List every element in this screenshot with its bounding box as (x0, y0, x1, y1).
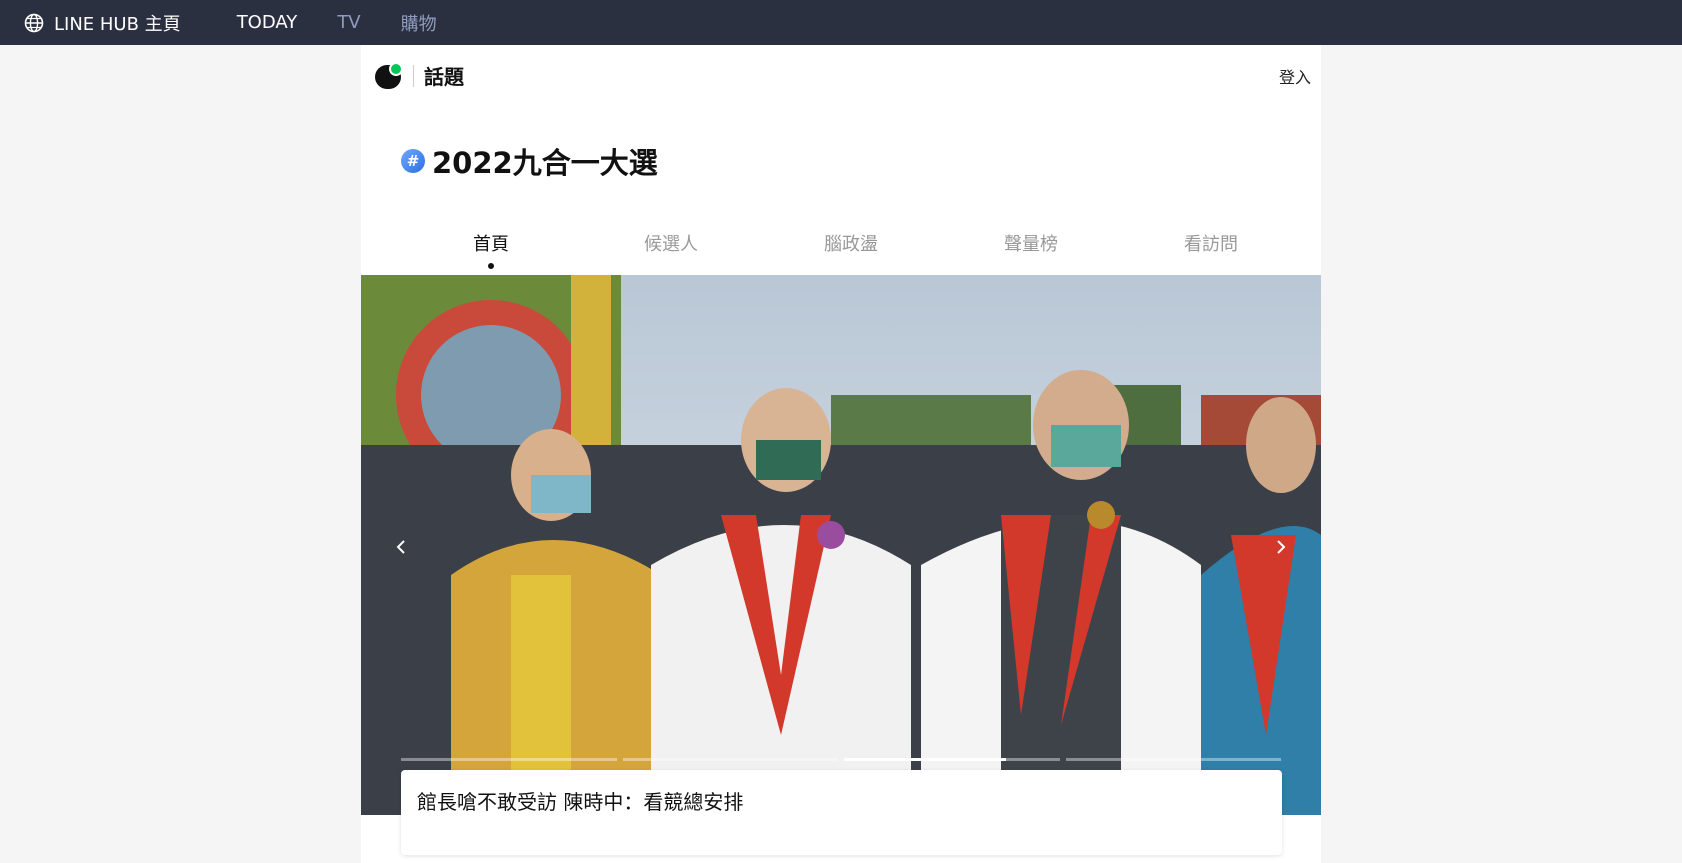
page-title: 2022九合一大選 (432, 146, 658, 180)
carousel-progress-segment[interactable] (622, 758, 838, 761)
logo-green-dot (389, 61, 403, 76)
line-hub-home-link[interactable]: LINE HUB 主頁 (24, 10, 181, 36)
topic-heading: # 2022九合一大選 (401, 140, 658, 182)
main-column: 話題 登入 # 2022九合一大選 首頁 候選人 腦政盪 聲量榜 看訪問 館長嗆… (361, 45, 1321, 863)
carousel-progress-segment[interactable] (844, 758, 1060, 761)
tab-brain-teaser[interactable]: 腦政盪 (761, 230, 941, 260)
nav-shopping[interactable]: 購物 (401, 10, 437, 36)
tab-label: 首頁 (473, 234, 509, 255)
line-hub-label: LINE HUB 主頁 (54, 13, 181, 35)
section-title: 話題 (424, 65, 464, 89)
tab-volume-ranking[interactable]: 聲量榜 (941, 230, 1121, 260)
carousel-prev-button[interactable] (391, 537, 411, 557)
topic-tabs: 首頁 候選人 腦政盪 聲量榜 看訪問 (401, 230, 1301, 269)
login-link[interactable]: 登入 (1279, 64, 1311, 88)
chevron-left-icon (396, 540, 405, 554)
globe-icon (24, 13, 44, 32)
tab-candidates[interactable]: 候選人 (581, 230, 761, 260)
carousel-progress-segment[interactable] (401, 758, 617, 761)
sub-header: 話題 登入 (361, 45, 1321, 106)
tab-home[interactable]: 首頁 (401, 230, 581, 269)
tab-label: 腦政盪 (824, 234, 878, 255)
carousel-next-button[interactable] (1271, 537, 1291, 557)
nav-today[interactable]: TODAY (237, 12, 298, 33)
tab-label: 看訪問 (1184, 234, 1238, 255)
carousel-progress-segment[interactable] (1065, 758, 1281, 761)
active-tab-indicator (488, 263, 494, 269)
nav-tv[interactable]: TV (337, 12, 360, 33)
top-navigation-bar: LINE HUB 主頁 TODAY TV 購物 (0, 0, 1682, 45)
tab-label: 聲量榜 (1004, 234, 1058, 255)
top-nav: TODAY TV 購物 (237, 10, 477, 36)
chevron-right-icon (1277, 540, 1286, 554)
tab-label: 候選人 (644, 234, 698, 255)
header-divider (413, 64, 414, 87)
tab-interviews[interactable]: 看訪問 (1121, 230, 1301, 260)
carousel-photo[interactable] (361, 275, 1321, 815)
headline-text: 館長嗆不敢受訪 陳時中：看競總安排 (417, 790, 744, 814)
carousel-progress-fill (844, 758, 1006, 761)
hashtag-icon: # (401, 149, 425, 173)
carousel-progress (401, 758, 1281, 761)
headline-card[interactable]: 館長嗆不敢受訪 陳時中：看競總安排 (401, 770, 1282, 855)
line-today-logo[interactable] (375, 61, 403, 90)
news-carousel[interactable] (361, 275, 1321, 815)
